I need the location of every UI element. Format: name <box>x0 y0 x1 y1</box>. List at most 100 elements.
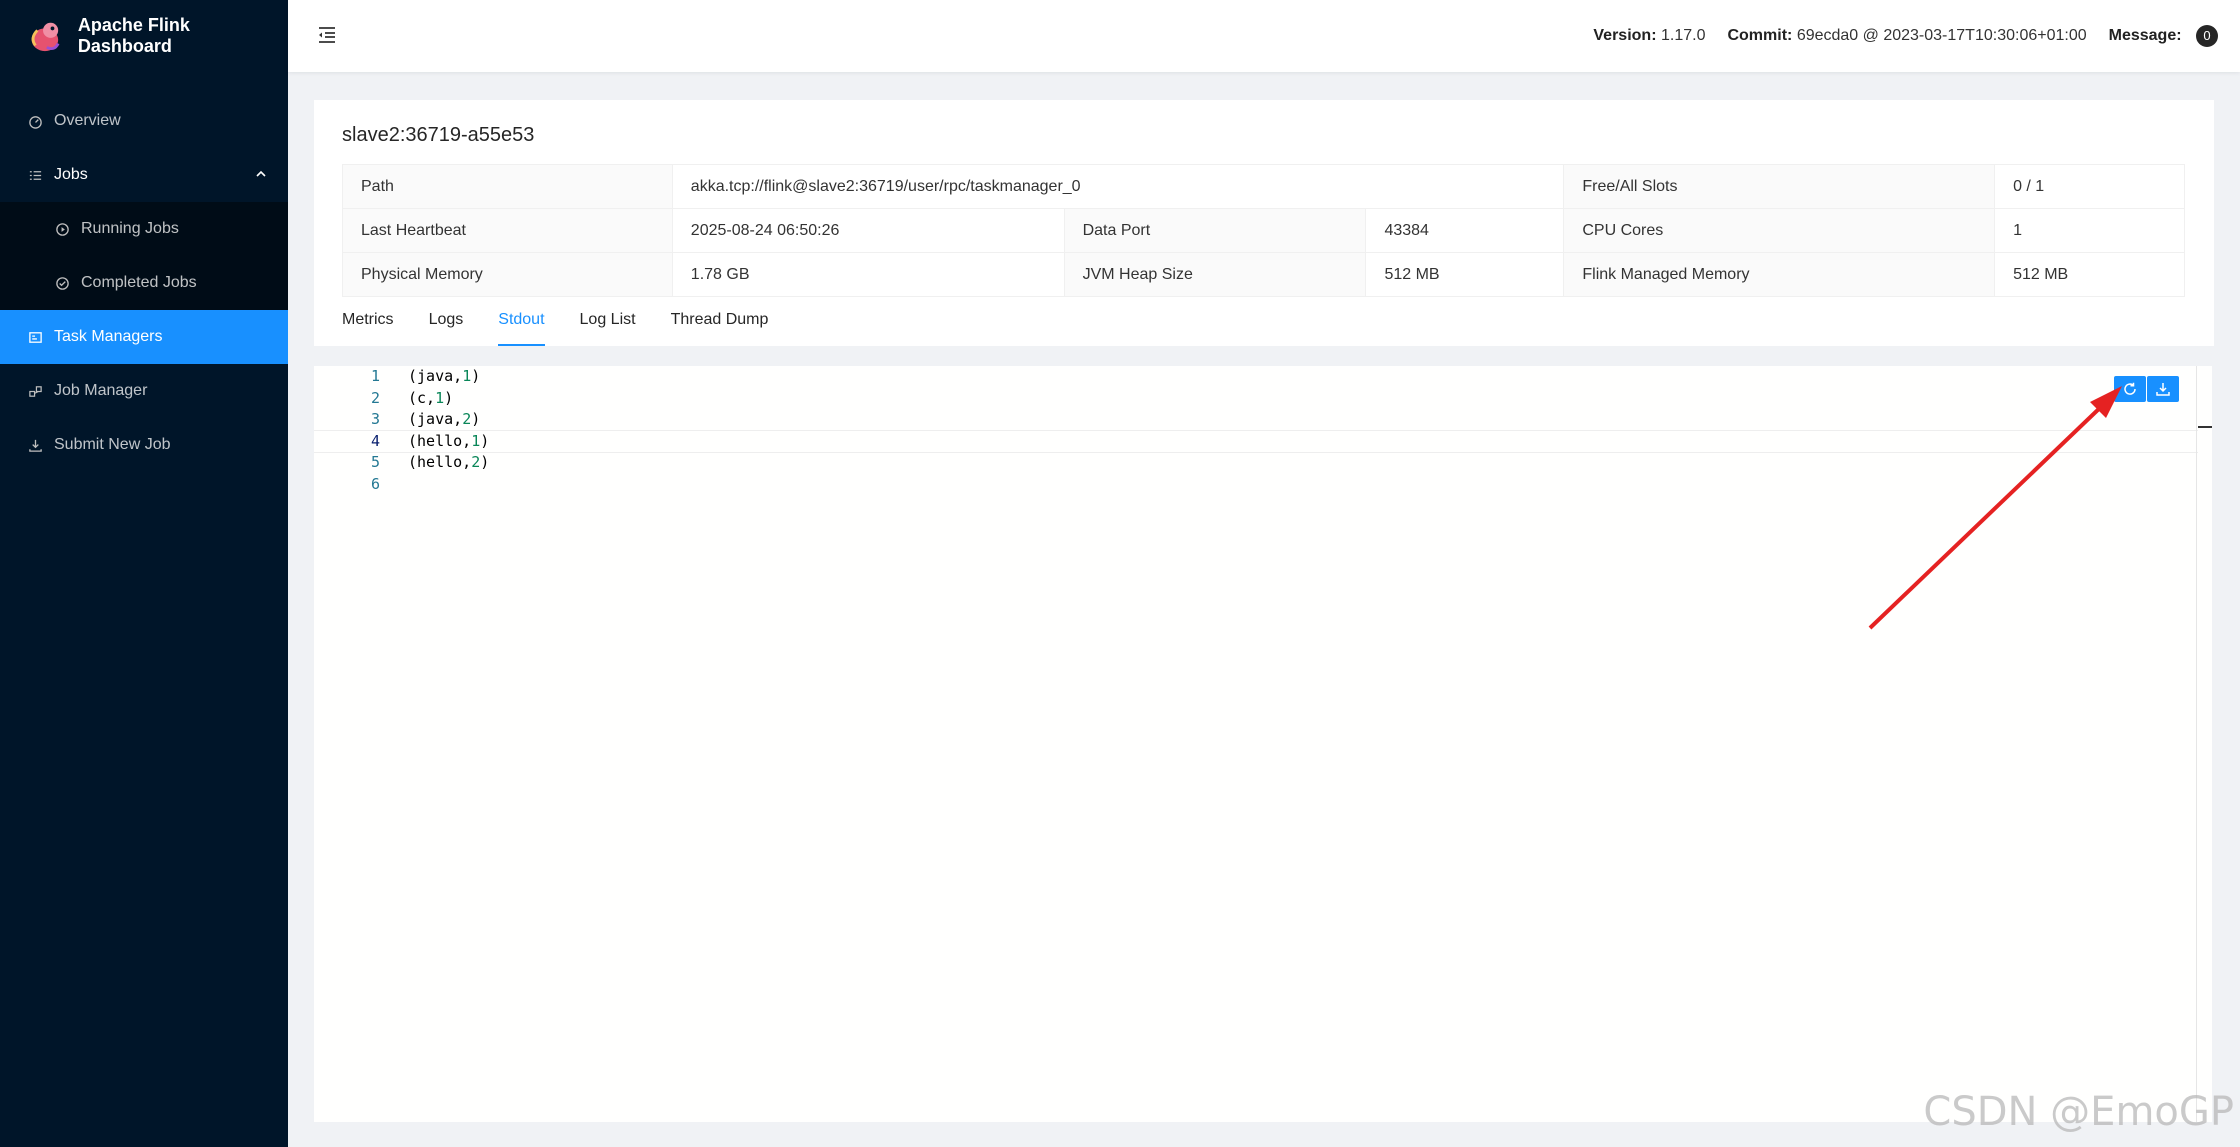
table-row: Physical Memory 1.78 GB JVM Heap Size 51… <box>342 252 2185 297</box>
header-info: Version: 1.17.0 Commit: 69ecda0 @ 2023-0… <box>1571 0 2218 72</box>
tab-stdout[interactable]: Stdout <box>498 300 545 346</box>
reload-button[interactable] <box>2114 376 2146 402</box>
message-info[interactable]: Message: 0 <box>2109 25 2218 47</box>
code-number: 1 <box>462 367 472 385</box>
cluster-icon <box>28 384 43 399</box>
tab-logs[interactable]: Logs <box>429 300 464 346</box>
line-number: 4 <box>370 431 380 450</box>
code-number: 2 <box>471 453 481 471</box>
table-row: Last Heartbeat 2025-08-24 06:50:26 Data … <box>342 208 2185 253</box>
dashboard-icon <box>28 114 43 129</box>
sidebar-item-submit-new-job[interactable]: Submit New Job <box>0 418 288 472</box>
sidebar-item-jobs[interactable]: Jobs <box>0 148 288 202</box>
overview-ruler-mark <box>2198 426 2212 428</box>
line-code: (hello,2) <box>408 452 489 474</box>
sidebar-item-label: Completed Jobs <box>81 274 197 291</box>
list-icon <box>28 168 43 183</box>
table-cell-label: JVM Heap Size <box>1063 252 1367 297</box>
tab-metrics[interactable]: Metrics <box>342 300 394 346</box>
line-number: 1 <box>370 367 380 385</box>
watermark: CSDN @EmoGP <box>1923 1089 2234 1135</box>
commit-info: Commit: 69ecda0 @ 2023-03-17T10:30:06+01… <box>1727 27 2086 45</box>
table-cell-label: Last Heartbeat <box>342 208 673 253</box>
version-info: Version: 1.17.0 <box>1593 27 1705 45</box>
code-text-tail: ) <box>471 367 481 385</box>
play-circle-icon <box>55 222 70 237</box>
editor-line-current: 4 (hello,1) <box>314 429 2198 453</box>
code-text: (c, <box>408 388 436 407</box>
code-text-tail: ) <box>444 388 454 407</box>
brand-title: Apache Flink Dashboard <box>77 15 190 56</box>
code-text: (java, <box>408 367 463 385</box>
line-number: 5 <box>370 453 380 471</box>
code-number: 1 <box>435 388 445 407</box>
code-text-tail: ) <box>480 431 490 450</box>
table-cell-value: 1 <box>1994 208 2185 253</box>
upload-icon <box>28 438 43 453</box>
commit-value: 69ecda0 @ 2023-03-17T10:30:06+01:00 <box>1796 27 2087 44</box>
commit-label: Commit: <box>1727 27 1793 44</box>
line-code: (java,1) <box>408 366 480 388</box>
sidebar-item-completed-jobs[interactable]: Completed Jobs <box>0 256 288 310</box>
taskmanager-info-table: Path akka.tcp://flink@slave2:36719/user/… <box>342 164 2185 297</box>
table-cell-value: 2025-08-24 06:50:26 <box>671 208 1065 253</box>
editor-line: 3 (java,2) <box>314 409 2198 431</box>
table-cell-value: 512 MB <box>1365 252 1565 297</box>
table-cell-label: Physical Memory <box>342 252 673 297</box>
sidebar: Apache Flink Dashboard Overview Jobs Run… <box>0 0 288 1147</box>
flink-logo-icon <box>31 22 60 52</box>
table-cell-value: akka.tcp://flink@slave2:36719/user/rpc/t… <box>671 164 1565 209</box>
table-row: Path akka.tcp://flink@slave2:36719/user/… <box>342 164 2185 209</box>
brand[interactable]: Apache Flink Dashboard <box>0 0 288 72</box>
chevron-up-icon <box>256 170 266 177</box>
line-number: 6 <box>370 474 380 493</box>
code-text-tail: ) <box>480 453 490 471</box>
line-number: 2 <box>370 388 380 407</box>
table-cell-label: Path <box>342 164 673 209</box>
code-text: (hello, <box>408 453 472 471</box>
message-label: Message: <box>2108 27 2182 44</box>
page-title: slave2:36719-a55e53 <box>342 124 535 146</box>
reload-icon <box>2124 382 2136 395</box>
top-header: Version: 1.17.0 Commit: 69ecda0 @ 2023-0… <box>288 0 2240 72</box>
table-cell-value: 512 MB <box>1994 252 2185 297</box>
check-circle-icon <box>55 276 70 291</box>
download-button[interactable] <box>2147 376 2179 402</box>
sidebar-item-overview[interactable]: Overview <box>0 94 288 148</box>
message-count-badge[interactable]: 0 <box>2196 25 2218 47</box>
sidebar-item-label: Running Jobs <box>81 220 179 237</box>
sidebar-item-task-managers[interactable]: Task Managers <box>0 310 288 364</box>
table-cell-value: 1.78 GB <box>671 252 1065 297</box>
jobs-submenu: Running Jobs Completed Jobs <box>0 202 288 310</box>
table-cell-label: Flink Managed Memory <box>1563 252 1996 297</box>
sidebar-item-label: Submit New Job <box>54 436 171 453</box>
editor-actions <box>2114 376 2179 402</box>
line-code: (java,2) <box>408 409 480 431</box>
tab-bar: Metrics Logs Stdout Log List Thread Dump <box>342 300 803 346</box>
table-cell-label: CPU Cores <box>1563 208 1996 253</box>
sidebar-item-label: Jobs <box>54 166 88 183</box>
sidebar-item-job-manager[interactable]: Job Manager <box>0 364 288 418</box>
code-number: 2 <box>462 410 472 428</box>
code-number: 1 <box>471 431 481 450</box>
editor-line: 6 <box>314 474 2198 496</box>
editor-line: 5 (hello,2) <box>314 452 2198 474</box>
tab-log-list[interactable]: Log List <box>580 300 636 346</box>
sidebar-item-running-jobs[interactable]: Running Jobs <box>0 202 288 256</box>
download-icon <box>2156 383 2170 396</box>
editor-line: 2 (c,1) <box>314 388 2198 410</box>
sidebar-item-label: Task Managers <box>54 328 163 345</box>
code-text: (java, <box>408 410 463 428</box>
schedule-icon <box>28 330 43 345</box>
table-cell-value: 43384 <box>1365 208 1565 253</box>
sidebar-menu: Overview Jobs Running Jobs Completed Job… <box>0 94 288 472</box>
line-code: (c,1) <box>408 388 453 410</box>
tab-thread-dump[interactable]: Thread Dump <box>671 300 769 346</box>
sidebar-item-label: Job Manager <box>54 382 148 399</box>
table-cell-label: Free/All Slots <box>1563 164 1996 209</box>
menu-fold-icon[interactable] <box>316 24 338 46</box>
editor-scrollbar[interactable] <box>2196 366 2197 1122</box>
line-code: (hello,1) <box>408 431 489 453</box>
stdout-editor[interactable]: 1 (java,1) 2 (c,1) 3 (java,2) 4 (hello,1… <box>314 366 2212 1122</box>
table-cell-label: Data Port <box>1063 208 1367 253</box>
